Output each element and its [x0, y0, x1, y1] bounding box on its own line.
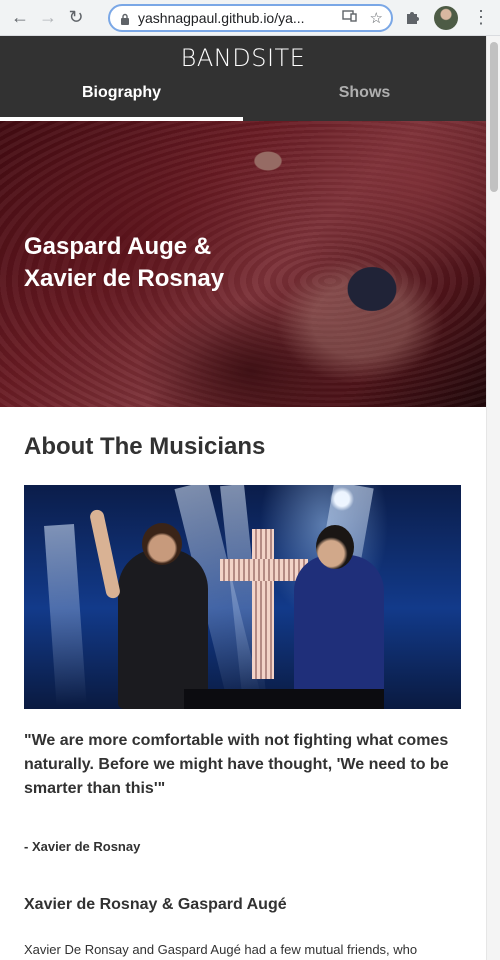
forward-arrow-icon[interactable]: → — [34, 4, 62, 32]
hero-title-line-2: Xavier de Rosnay — [24, 265, 225, 292]
web-page: BANDSITE Biography Shows Gaspard Auge & … — [0, 36, 486, 960]
band-photo — [24, 485, 461, 709]
tab-biography[interactable]: Biography — [0, 76, 243, 121]
browser-toolbar: ← → ↻ yashnagpaul.github.io/ya... ☆ ⋮ — [0, 0, 500, 36]
menu-kebab-icon[interactable]: ⋮ — [472, 8, 490, 26]
site-logo[interactable]: BANDSITE — [0, 36, 486, 76]
lock-icon — [120, 12, 130, 25]
dj-console — [184, 689, 384, 709]
scrollbar-thumb[interactable] — [490, 42, 498, 192]
musician-right — [294, 525, 384, 709]
stage-light-beam — [44, 523, 87, 706]
install-app-icon[interactable] — [341, 9, 358, 27]
url-text: yashnagpaul.github.io/ya... — [138, 10, 305, 26]
tab-shows[interactable]: Shows — [243, 76, 486, 121]
site-header: BANDSITE Biography Shows — [0, 36, 486, 121]
section-title: About The Musicians — [24, 433, 266, 460]
extensions-puzzle-icon[interactable] — [404, 8, 422, 31]
bookmark-star-icon[interactable]: ☆ — [370, 9, 383, 27]
quote-author: - Xavier de Rosnay — [24, 839, 141, 854]
cross-light-horizontal — [220, 559, 308, 581]
hero-title: Gaspard Auge & Xavier de Rosnay — [24, 231, 224, 295]
hero-title-line-1: Gaspard Auge & — [24, 233, 212, 260]
back-arrow-icon[interactable]: ← — [6, 4, 34, 32]
profile-avatar[interactable] — [434, 6, 458, 30]
bio-section: About The Musicians "We are more comfort… — [0, 407, 486, 960]
bio-paragraph: Xavier De Ronsay and Gaspard Augé had a … — [24, 942, 418, 957]
nav-tabs: Biography Shows — [0, 76, 486, 121]
reload-icon[interactable]: ↻ — [62, 4, 90, 32]
hero-banner: Gaspard Auge & Xavier de Rosnay — [0, 121, 486, 407]
cross-light-vertical — [252, 529, 274, 679]
bio-subheading: Xavier de Rosnay & Gaspard Augé — [24, 896, 287, 913]
musician-left — [88, 508, 208, 709]
musician-quote: "We are more comfortable with not fighti… — [24, 732, 449, 797]
address-bar[interactable]: yashnagpaul.github.io/ya... ☆ — [108, 4, 393, 32]
scrollbar[interactable] — [486, 36, 500, 960]
